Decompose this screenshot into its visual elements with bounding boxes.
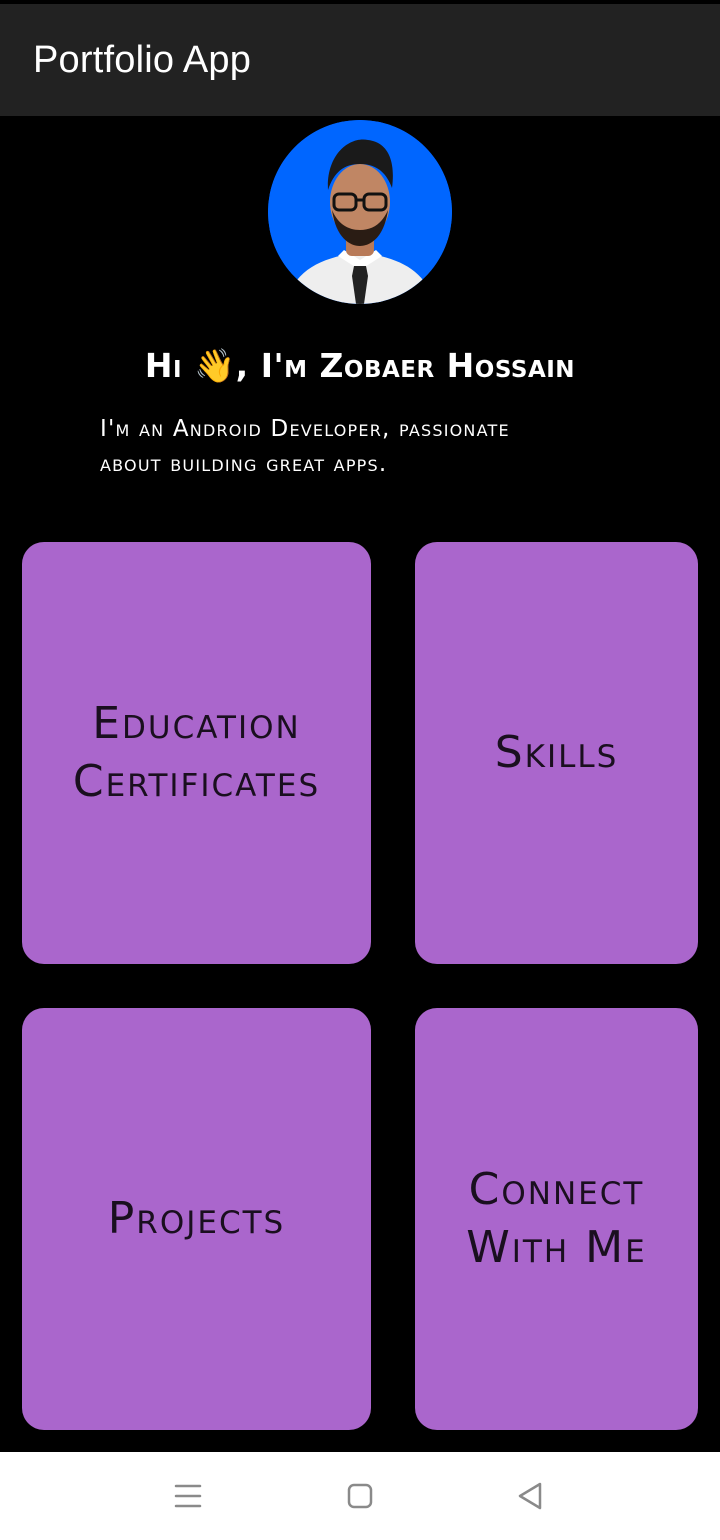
square-home-icon [347,1483,373,1509]
triangle-back-icon [518,1482,542,1510]
back-button[interactable] [508,1474,552,1518]
system-nav-bar [0,1452,720,1540]
connect-label-line-1: Connect [468,1164,645,1215]
education-card-label: Education Certificates [53,695,340,811]
skills-card[interactable]: Skills [415,542,698,964]
screen: Portfolio App Hi 👋, I'm Zobaer Hossain I… [0,0,720,1540]
menu-lines-icon [174,1484,202,1508]
projects-card[interactable]: Projects [22,1008,371,1430]
education-certificates-card[interactable]: Education Certificates [22,542,371,964]
avatar-portrait [268,120,452,304]
tagline-line-2: about building great apps. [100,451,388,477]
greeting-heading: Hi 👋, I'm Zobaer Hossain [144,346,576,385]
connect-with-me-card[interactable]: Connect With Me [415,1008,698,1430]
skills-card-label: Skills [494,727,619,778]
connect-label-line-2: With Me [466,1222,647,1273]
profile-avatar [268,120,452,304]
tagline-line-1: I'm an Android Developer, passionate [100,416,510,442]
app-title: Portfolio App [33,38,252,81]
app-bar: Portfolio App [0,4,720,116]
connect-card-label: Connect With Me [446,1161,666,1277]
education-label-line-1: Education [92,698,301,749]
home-button[interactable] [338,1474,382,1518]
recent-apps-button[interactable] [166,1474,210,1518]
projects-card-label: Projects [107,1193,286,1244]
tagline: I'm an Android Developer, passionate abo… [100,412,620,482]
education-label-line-2: Certificates [72,756,321,807]
